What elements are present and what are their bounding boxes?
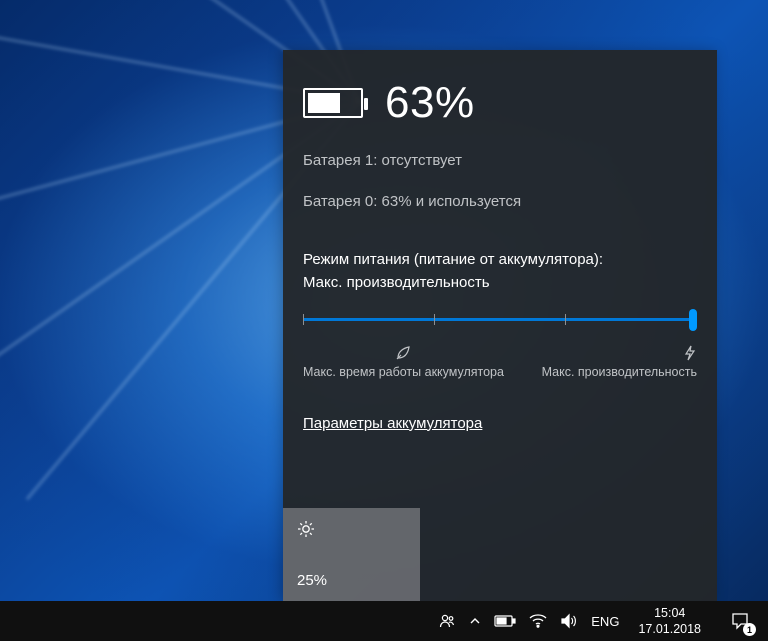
language-indicator[interactable]: ENG [591,614,619,629]
battery-percent: 63% [385,78,475,128]
tray-clock[interactable]: 15:04 17.01.2018 [632,605,707,638]
slider-left-label: Макс. время работы аккумулятора [303,365,504,379]
people-icon[interactable] [438,612,456,630]
battery-flyout: 63% Батарея 1: отсутствует Батарея 0: 63… [283,50,717,601]
brightness-icon [297,520,406,538]
tray-battery-icon[interactable] [494,614,516,628]
slider-thumb[interactable] [689,309,697,331]
power-mode-label: Режим питания (питание от аккумулятора):… [303,248,697,295]
power-mode-slider[interactable] [303,305,697,335]
taskbar: ENG 15:04 17.01.2018 1 [0,601,768,641]
battery-settings-link[interactable]: Параметры аккумулятора [303,415,482,432]
volume-icon[interactable] [560,613,578,629]
chevron-up-icon[interactable] [469,615,481,627]
tray-date: 17.01.2018 [638,621,701,637]
battery1-status: Батарея 1: отсутствует [303,152,697,169]
slider-right-label: Макс. производительность [542,365,697,379]
lightning-icon [683,345,697,361]
battery-icon [303,88,363,118]
action-center-icon[interactable]: 1 [720,601,760,641]
battery0-status: Батарея 0: 63% и используется [303,193,697,210]
tray-time: 15:04 [638,605,701,621]
notification-badge: 1 [743,623,756,636]
wifi-icon[interactable] [529,614,547,628]
brightness-tile[interactable]: 25% [283,508,420,601]
brightness-value: 25% [297,572,406,589]
leaf-icon [303,345,504,361]
desktop-wallpaper: 63% Батарея 1: отсутствует Батарея 0: 63… [0,0,768,601]
